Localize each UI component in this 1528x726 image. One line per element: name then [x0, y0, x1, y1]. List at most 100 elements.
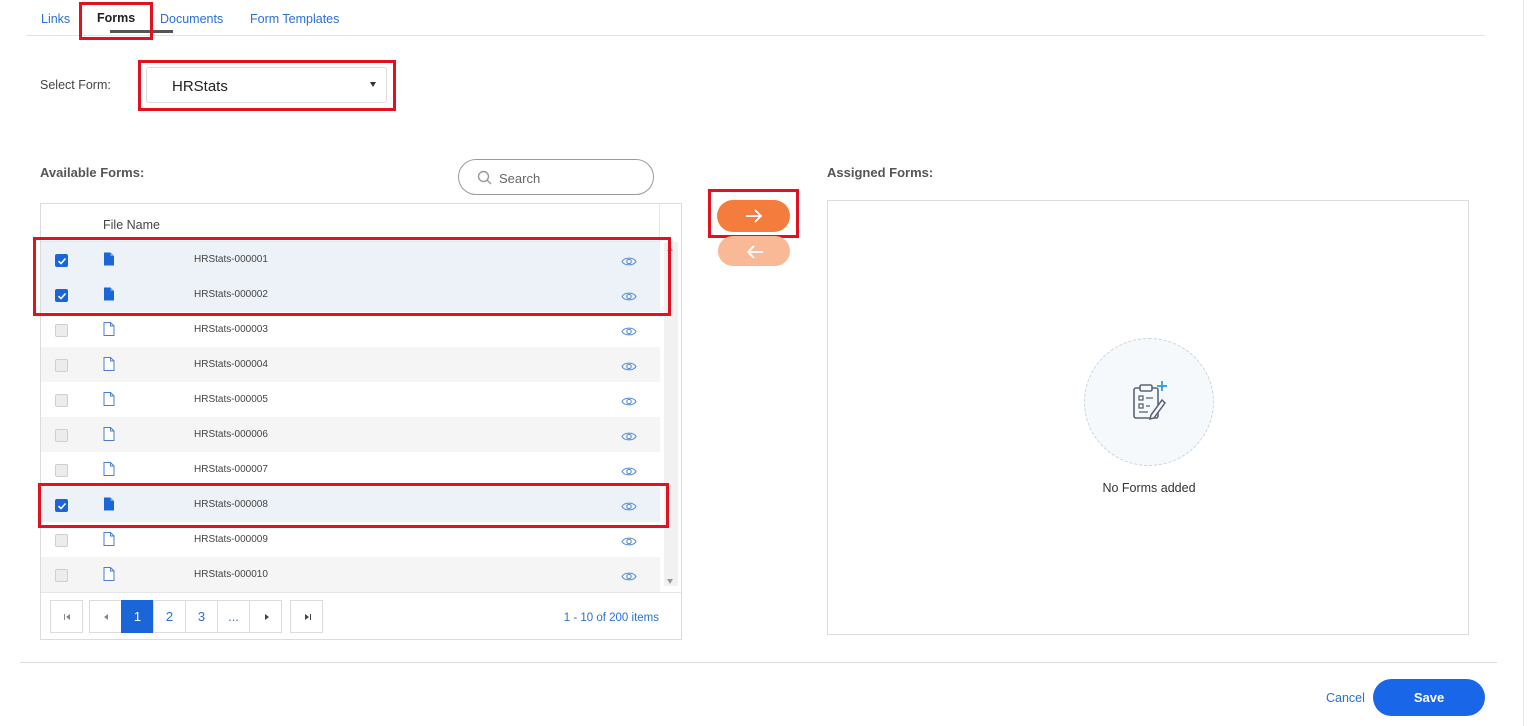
search-input[interactable]: [499, 168, 639, 188]
next-page-button[interactable]: [249, 600, 282, 633]
eye-icon[interactable]: [621, 429, 637, 447]
table-row[interactable]: HRStats-000008: [41, 487, 660, 522]
eye-icon[interactable]: [621, 359, 637, 377]
page-button-1[interactable]: 1: [121, 600, 154, 633]
tab-links[interactable]: Links: [41, 12, 70, 26]
page-edge: [1523, 0, 1524, 726]
last-page-icon: [310, 614, 311, 620]
file-icon: [103, 357, 115, 376]
page-button-more[interactable]: ...: [217, 600, 250, 633]
page: Links Forms Documents Form Templates Sel…: [0, 0, 1528, 726]
row-checkbox[interactable]: [55, 534, 68, 547]
tab-documents[interactable]: Documents: [160, 12, 223, 26]
scroll-down-icon[interactable]: [667, 579, 673, 584]
row-checkbox[interactable]: [55, 289, 68, 302]
table-row[interactable]: HRStats-000005: [41, 382, 660, 417]
file-name: HRStats-000004: [194, 359, 268, 370]
table-row[interactable]: HRStats-000009: [41, 522, 660, 557]
select-form-dropdown[interactable]: HRStats: [146, 67, 387, 103]
row-checkbox[interactable]: [55, 464, 68, 477]
pager-info: 1 - 10 of 200 items: [563, 612, 659, 624]
file-name: HRStats-000005: [194, 394, 268, 405]
table-row[interactable]: HRStats-000003: [41, 312, 660, 347]
scroll-up-icon[interactable]: [667, 246, 673, 251]
first-page-arrow: [66, 614, 70, 620]
assigned-forms-title: Assigned Forms:: [827, 165, 934, 180]
select-form-label: Select Form:: [40, 78, 111, 92]
file-icon: [103, 462, 115, 481]
table-row[interactable]: HRStats-000006: [41, 417, 660, 452]
caret-down-icon: [370, 82, 376, 87]
file-icon: [103, 497, 115, 516]
file-name: HRStats-000010: [194, 569, 268, 580]
scrollbar-header-spacer: [661, 204, 681, 242]
row-checkbox[interactable]: [55, 429, 68, 442]
vertical-scrollbar[interactable]: [661, 242, 681, 592]
file-name: HRStats-000001: [194, 254, 268, 265]
select-form-value: HRStats: [172, 78, 228, 95]
prev-page-icon: [104, 614, 108, 620]
grid-rows: HRStats-000001 HRStats-000002 HRStats-0000…: [41, 242, 660, 592]
table-row[interactable]: HRStats-000007: [41, 452, 660, 487]
row-checkbox[interactable]: [55, 254, 68, 267]
tab-form-templates[interactable]: Form Templates: [250, 12, 339, 26]
prev-page-button[interactable]: [89, 600, 122, 633]
eye-icon[interactable]: [621, 254, 637, 272]
page-button-3[interactable]: 3: [185, 600, 218, 633]
eye-icon[interactable]: [621, 569, 637, 587]
pager: 1 2 3 ... 1 - 10 of 200 items: [41, 592, 681, 640]
table-row[interactable]: HRStats-000002: [41, 277, 660, 312]
file-name-column-header[interactable]: File Name: [103, 218, 160, 232]
row-checkbox[interactable]: [55, 499, 68, 512]
first-page-icon: [64, 614, 65, 620]
row-checkbox[interactable]: [55, 324, 68, 337]
unassign-button[interactable]: [718, 236, 790, 266]
next-page-icon: [265, 614, 269, 620]
file-icon: [103, 427, 115, 446]
available-forms-title: Available Forms:: [40, 165, 145, 180]
last-page-arrow: [305, 614, 309, 620]
file-name: HRStats-000008: [194, 499, 268, 510]
assigned-forms-panel: No Forms added: [827, 200, 1469, 635]
arrow-left-icon: [746, 245, 763, 259]
table-row[interactable]: HRStats-000010: [41, 557, 660, 592]
first-page-button[interactable]: [50, 600, 83, 633]
empty-state-illustration: [1084, 338, 1214, 466]
file-name: HRStats-000009: [194, 534, 268, 545]
file-name: HRStats-000002: [194, 289, 268, 300]
tab-forms[interactable]: Forms: [97, 11, 135, 25]
cancel-button[interactable]: Cancel: [1326, 691, 1365, 705]
row-checkbox[interactable]: [55, 359, 68, 372]
file-name: HRStats-000003: [194, 324, 268, 335]
eye-icon[interactable]: [621, 394, 637, 412]
empty-state-text: No Forms added: [1102, 481, 1196, 495]
tab-bar: Links Forms Documents Form Templates: [26, 0, 1485, 36]
active-tab-indicator: [110, 30, 173, 33]
table-row[interactable]: HRStats-000001: [41, 242, 660, 277]
last-page-button[interactable]: [290, 600, 323, 633]
scrollbar-track[interactable]: [664, 242, 678, 586]
file-icon: [103, 252, 115, 271]
eye-icon[interactable]: [621, 499, 637, 517]
file-name: HRStats-000007: [194, 464, 268, 475]
eye-icon[interactable]: [621, 464, 637, 482]
eye-icon[interactable]: [621, 324, 637, 342]
page-button-2[interactable]: 2: [153, 600, 186, 633]
eye-icon[interactable]: [621, 289, 637, 307]
eye-icon[interactable]: [621, 534, 637, 552]
file-icon: [103, 532, 115, 551]
footer-divider: [20, 662, 1497, 663]
row-checkbox[interactable]: [55, 394, 68, 407]
file-name: HRStats-000006: [194, 429, 268, 440]
table-row[interactable]: HRStats-000004: [41, 347, 660, 382]
file-icon: [103, 287, 115, 306]
file-icon: [103, 392, 115, 411]
save-button[interactable]: Save: [1373, 679, 1485, 716]
search-icon: [477, 170, 492, 185]
arrow-right-icon: [746, 209, 763, 223]
form-add-icon: [1133, 381, 1167, 421]
assign-button[interactable]: [717, 200, 790, 232]
grid-header: File Name: [41, 204, 660, 242]
row-checkbox[interactable]: [55, 569, 68, 582]
search-box: [458, 159, 654, 195]
